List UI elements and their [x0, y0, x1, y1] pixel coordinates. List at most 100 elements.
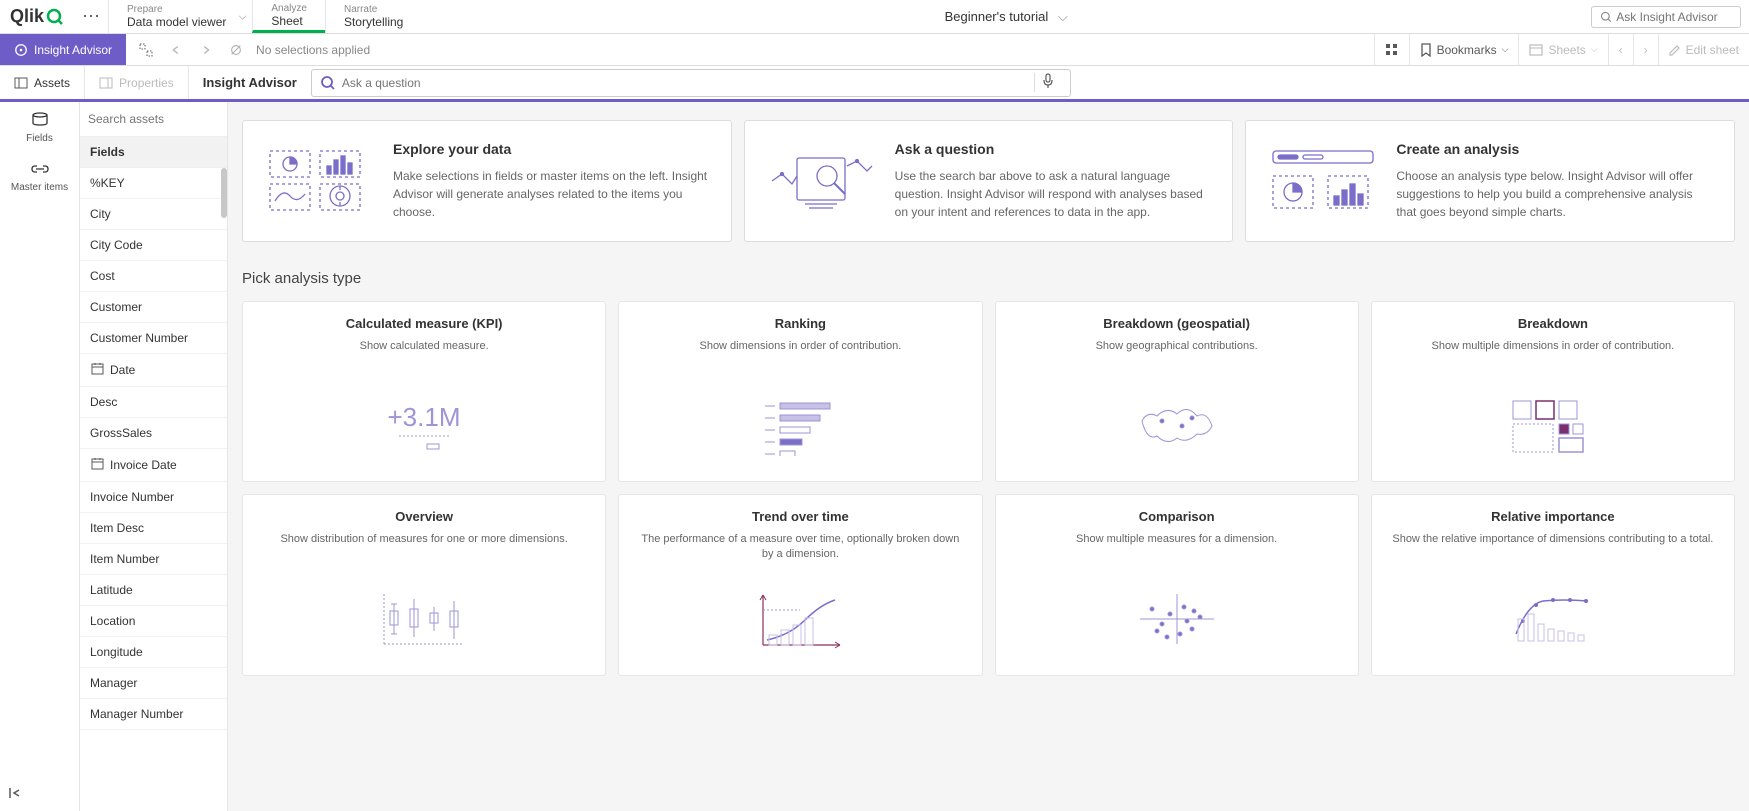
field-label: Item Desc	[90, 521, 144, 535]
field-item[interactable]: Desc	[80, 387, 227, 418]
selections-tool-button[interactable]	[1374, 34, 1409, 65]
intro-title: Create an analysis	[1396, 141, 1712, 157]
field-item[interactable]: City Code	[80, 230, 227, 261]
bookmark-icon	[1420, 43, 1432, 57]
analysis-illustration	[259, 584, 589, 654]
rail-fields[interactable]: Fields	[0, 102, 79, 152]
chevron-down-icon: ⌵	[239, 11, 247, 22]
analysis-card[interactable]: OverviewShow distribution of measures fo…	[242, 494, 606, 676]
nav-tab-storytelling[interactable]: NarrateStorytelling	[325, 0, 421, 33]
app-title-dropdown[interactable]: Beginner's tutorial ⌵	[421, 9, 1591, 25]
rail-master-items[interactable]: Master items	[0, 152, 79, 201]
microphone-button[interactable]	[1034, 73, 1062, 92]
properties-button[interactable]: Properties	[85, 66, 189, 99]
sheets-label: Sheets	[1548, 43, 1585, 57]
analysis-card[interactable]: ComparisonShow multiple measures for a d…	[995, 494, 1359, 676]
analysis-card[interactable]: Breakdown Show multiple dimensions in ord…	[1371, 301, 1735, 482]
field-item[interactable]: Date	[80, 354, 227, 387]
intro-desc: Use the search bar above to ask a natura…	[895, 167, 1211, 221]
field-item[interactable]: City	[80, 199, 227, 230]
field-label: GrossSales	[90, 426, 152, 440]
asset-search-input[interactable]	[88, 108, 219, 130]
field-label: Location	[90, 614, 135, 628]
sheets-icon	[1529, 44, 1543, 56]
top-search[interactable]	[1591, 6, 1741, 28]
analysis-card[interactable]: RankingShow dimensions in order of contr…	[618, 301, 982, 482]
field-item[interactable]: Manager	[80, 668, 227, 699]
edit-sheet-button[interactable]: Edit sheet	[1658, 34, 1749, 65]
intro-illustration	[767, 146, 877, 216]
clear-selections-button[interactable]	[222, 37, 250, 63]
analysis-card[interactable]: Calculated measure (KPI)Show calculated …	[242, 301, 606, 482]
nav-tab-small: Analyze	[271, 3, 307, 14]
field-item[interactable]: Item Number	[80, 544, 227, 575]
analysis-title: Breakdown	[1388, 316, 1718, 331]
field-label: Latitude	[90, 583, 133, 597]
analysis-card[interactable]: Relative importanceShow the relative imp…	[1371, 494, 1735, 676]
nav-tab-sheet[interactable]: AnalyzeSheet	[252, 0, 325, 33]
field-item[interactable]: Customer	[80, 292, 227, 323]
analysis-title: Breakdown (geospatial)	[1012, 316, 1342, 331]
collapse-icon	[8, 786, 22, 800]
field-item[interactable]: Item Desc	[80, 513, 227, 544]
step-back-button[interactable]	[162, 37, 190, 63]
smart-search-button[interactable]	[132, 37, 160, 63]
page-title: Insight Advisor	[189, 75, 311, 90]
analysis-card[interactable]: Breakdown (geospatial)Show geographical …	[995, 301, 1359, 482]
analysis-desc: Show multiple measures for a dimension.	[1012, 532, 1342, 562]
field-label: Customer	[90, 300, 142, 314]
sheets-button[interactable]: Sheets ⌵	[1518, 34, 1607, 65]
field-label: Invoice Number	[90, 490, 174, 504]
field-label: City Code	[90, 238, 143, 252]
date-icon	[90, 362, 104, 378]
nav-tab-label: Sheet	[271, 14, 307, 28]
field-item[interactable]: Longitude	[80, 637, 227, 668]
analysis-illustration	[1388, 391, 1718, 461]
rail-master-label: Master items	[0, 182, 79, 193]
field-item[interactable]: %KEY	[80, 168, 227, 199]
field-label: Item Number	[90, 552, 159, 566]
collapse-rail-button[interactable]	[0, 778, 79, 811]
field-item[interactable]: Location	[80, 606, 227, 637]
bookmarks-button[interactable]: Bookmarks ⌵	[1409, 34, 1519, 65]
field-item[interactable]: Invoice Number	[80, 482, 227, 513]
field-item[interactable]: GrossSales	[80, 418, 227, 449]
field-item[interactable]: Cost	[80, 261, 227, 292]
fields-icon	[0, 112, 79, 131]
analysis-desc: Show calculated measure.	[259, 339, 589, 369]
insight-icon	[14, 43, 28, 57]
more-menu-button[interactable]: ⋯	[74, 6, 108, 27]
intro-card: Ask a questionUse the search bar above t…	[744, 120, 1234, 242]
field-label: City	[90, 207, 111, 221]
scrollbar-thumb[interactable]	[221, 168, 227, 218]
pick-analysis-title: Pick analysis type	[242, 270, 1735, 287]
field-label: Cost	[90, 269, 115, 283]
field-label: %KEY	[90, 176, 125, 190]
intro-desc: Make selections in fields or master item…	[393, 167, 709, 221]
nav-tab-data-model-viewer[interactable]: PrepareData model viewer⌵	[108, 0, 252, 33]
prev-sheet-button[interactable]: ‹	[1608, 34, 1633, 65]
question-search[interactable]	[311, 69, 1071, 97]
logo[interactable]: Qlik	[0, 6, 74, 27]
edit-icon	[1669, 44, 1681, 56]
chevron-down-icon: ⌵	[1502, 44, 1509, 55]
analysis-desc: Show dimensions in order of contribution…	[635, 339, 965, 369]
link-icon	[0, 162, 79, 180]
rail-fields-label: Fields	[0, 133, 79, 144]
assets-button[interactable]: Assets	[0, 66, 85, 99]
assets-icon	[14, 77, 28, 89]
field-item[interactable]: Invoice Date	[80, 449, 227, 482]
field-item[interactable]: Customer Number	[80, 323, 227, 354]
analysis-desc: Show multiple dimensions in order of con…	[1388, 339, 1718, 369]
chevron-down-icon: ⌵	[1591, 44, 1598, 55]
field-item[interactable]: Manager Number	[80, 699, 227, 730]
field-item[interactable]: Latitude	[80, 575, 227, 606]
step-forward-button[interactable]	[192, 37, 220, 63]
intro-card: Explore your dataMake selections in fiel…	[242, 120, 732, 242]
nav-tab-small: Prepare	[127, 4, 226, 15]
top-search-input[interactable]	[1616, 10, 1732, 24]
question-input[interactable]	[342, 76, 1028, 90]
insight-advisor-button[interactable]: Insight Advisor	[0, 34, 126, 65]
next-sheet-button[interactable]: ›	[1633, 34, 1658, 65]
analysis-card[interactable]: Trend over timeThe performance of a meas…	[618, 494, 982, 676]
